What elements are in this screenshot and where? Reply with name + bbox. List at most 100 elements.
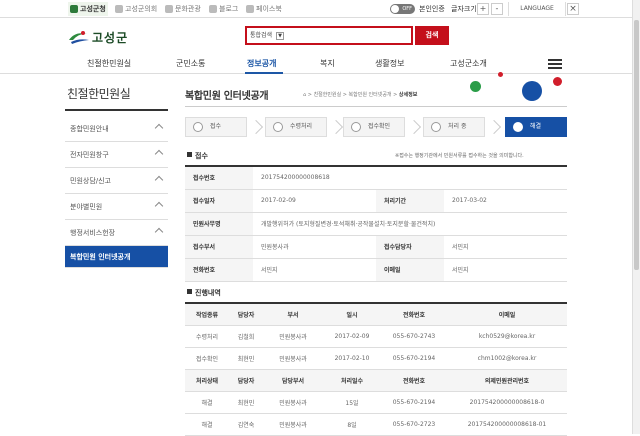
- field-label: 접수일자: [185, 189, 253, 213]
- table-cell: 055-670-2723: [381, 413, 447, 436]
- table-cell: 해결: [185, 391, 229, 414]
- close-icon[interactable]: ×: [567, 3, 579, 15]
- table-row: 접수일자 2017-02-09 처리기간 2017-03-02: [185, 189, 567, 213]
- check-icon: [513, 122, 523, 132]
- field-value: 서민지: [253, 258, 376, 282]
- site-link-blog[interactable]: 블로그: [207, 2, 240, 16]
- site-link-tour[interactable]: 문화관광: [163, 2, 203, 16]
- field-label: 전화번호: [185, 258, 253, 282]
- table-cell: 8일: [323, 413, 381, 436]
- chevron-up-icon: [154, 201, 164, 211]
- sidebar-item-guide[interactable]: 종합민원안내: [65, 116, 168, 142]
- chevron-up-icon: [154, 123, 164, 133]
- receipt-note: ※접수는 행정기관에서 민원서류를 접수하는 것을 의미합니다.: [395, 153, 524, 159]
- column-header: 전화번호: [381, 303, 447, 326]
- font-minus-button[interactable]: -: [491, 3, 503, 15]
- table-row: 접수번호 201754200000008618: [185, 166, 567, 190]
- column-header: 처리일수: [323, 369, 381, 392]
- table-cell: 055-670-2194: [381, 391, 447, 414]
- sidebar-item-e-civil[interactable]: 전자민원창구: [65, 142, 168, 168]
- field-value: 2017-02-09: [253, 189, 376, 213]
- site-link-facebook[interactable]: 페이스북: [244, 2, 284, 16]
- field-label: 접수부서: [185, 235, 253, 259]
- auth-link[interactable]: 본인인증: [419, 2, 445, 16]
- county-logo-icon[interactable]: [67, 29, 91, 46]
- table-cell: 최현민: [229, 391, 263, 414]
- breadcrumb-item[interactable]: 친절한민원실: [314, 92, 342, 98]
- table-cell: 최현민: [229, 347, 263, 370]
- table-row: 해결 김연숙 민원봉사과 8일 055-670-2723 20175420000…: [185, 413, 567, 436]
- table-cell: 민원봉사과: [263, 391, 323, 414]
- search-button[interactable]: 검색: [415, 26, 449, 45]
- table-cell: 055-670-2194: [381, 347, 447, 370]
- table-row: 민원사무명 개발행위허가 (토지형질변경·토석채취·공작물설치·토지분할·물건적…: [185, 212, 567, 236]
- chevron-up-icon: [154, 175, 164, 185]
- search-scope-select[interactable]: 통합검색 ▼: [250, 31, 285, 41]
- scrollbar[interactable]: [632, 0, 640, 434]
- toggle-knob: [391, 5, 399, 13]
- table-cell: 15일: [323, 391, 381, 414]
- table-cell: 해결: [185, 413, 229, 436]
- section-title-progress: 진행내역: [187, 288, 221, 298]
- field-label: 접수번호: [185, 166, 253, 190]
- step-processing: 처리 중: [423, 117, 485, 137]
- decor-dot: [470, 81, 481, 92]
- decor-dot: [498, 72, 503, 77]
- field-value: 개발행위허가 (토지형질변경·토석채취·공작물설치·토지분할·물건적치): [253, 212, 567, 236]
- sidebar-item-charter[interactable]: 행정서비스헌장: [65, 220, 168, 246]
- table-cell: 201754200000008618-0: [447, 391, 567, 414]
- column-header: 작업종류: [185, 303, 229, 326]
- divider: [65, 109, 168, 111]
- sidebar-item-complex-civil[interactable]: 복합민원 인터넷공개: [65, 246, 168, 268]
- field-value: 서민지: [444, 235, 567, 259]
- facebook-icon: [246, 5, 254, 13]
- sidebar-item-consult[interactable]: 민원상담/신고: [65, 168, 168, 194]
- column-header: 담당자: [229, 303, 263, 326]
- field-value: 서민지: [444, 258, 567, 282]
- gnb-item-welfare[interactable]: 복지: [320, 58, 335, 70]
- top-utility-bar: 고성군청 고성군의회 문화관광 블로그 페이스북 OFF 본인인증 글자크기 +…: [0, 0, 640, 18]
- font-size-label: 글자크기: [451, 5, 477, 13]
- column-header: 담당부서: [263, 369, 323, 392]
- site-logo-text[interactable]: 고성군: [92, 29, 128, 46]
- gnb-item-info-disclosure[interactable]: 정보공개: [247, 58, 276, 70]
- language-button[interactable]: LANGUAGE: [508, 2, 566, 16]
- table-cell: kch0529@korea.kr: [447, 325, 567, 348]
- toggle-switch[interactable]: OFF: [390, 4, 415, 14]
- table-row: 접수확인 최현민 민원봉사과 2017-02-10 055-670-2194 c…: [185, 347, 567, 370]
- chevron-right-icon: [486, 119, 502, 135]
- table-cell: 수령처리: [185, 325, 229, 348]
- home-icon[interactable]: ⌂: [303, 92, 306, 98]
- field-label: 이메일: [376, 258, 444, 282]
- gnb-item-living[interactable]: 생활정보: [375, 58, 404, 70]
- menu-icon[interactable]: [548, 59, 562, 69]
- chevron-right-icon: [248, 119, 264, 135]
- chevron-right-icon: [406, 119, 422, 135]
- column-header: 의제민원관리번호: [447, 369, 567, 392]
- blog-icon: [209, 5, 217, 13]
- refresh-icon: [431, 122, 441, 132]
- table-cell: 민원봉사과: [263, 347, 323, 370]
- gnb-item-civil[interactable]: 친절한민원실: [87, 58, 131, 70]
- progress-table: 작업종류 담당자 부서 일시 전화번호 이메일 수령처리 김철희 민원봉사과 2…: [185, 302, 567, 436]
- site-link-council[interactable]: 고성군의회: [113, 2, 159, 16]
- table-row: 전화번호 서민지 이메일 서민지: [185, 258, 567, 282]
- gnb-item-about[interactable]: 고성군소개: [450, 58, 487, 70]
- breadcrumb-current: 상세정보: [398, 92, 418, 98]
- field-label: 민원사무명: [185, 212, 253, 236]
- table-header-row: 작업종류 담당자 부서 일시 전화번호 이메일: [185, 303, 567, 326]
- font-plus-button[interactable]: +: [477, 3, 489, 15]
- sidebar-item-category[interactable]: 분야별민원: [65, 194, 168, 220]
- search-input[interactable]: 통합검색 ▼: [245, 26, 413, 45]
- table-cell: 2017-02-09: [323, 325, 381, 348]
- gnb-item-communication[interactable]: 군민소통: [176, 58, 205, 70]
- column-header: 담당자: [229, 369, 263, 392]
- breadcrumb-item[interactable]: 복합민원 인터넷공개: [349, 92, 392, 98]
- table-cell: 접수확인: [185, 347, 229, 370]
- site-link-county[interactable]: 고성군청: [68, 2, 108, 16]
- field-value: 민원봉사과: [253, 235, 376, 259]
- receipt-icon: [193, 122, 203, 132]
- scrollbar-thumb[interactable]: [634, 20, 639, 270]
- column-header: 처리상태: [185, 369, 229, 392]
- page-title: 복합민원 인터넷공개: [185, 91, 269, 102]
